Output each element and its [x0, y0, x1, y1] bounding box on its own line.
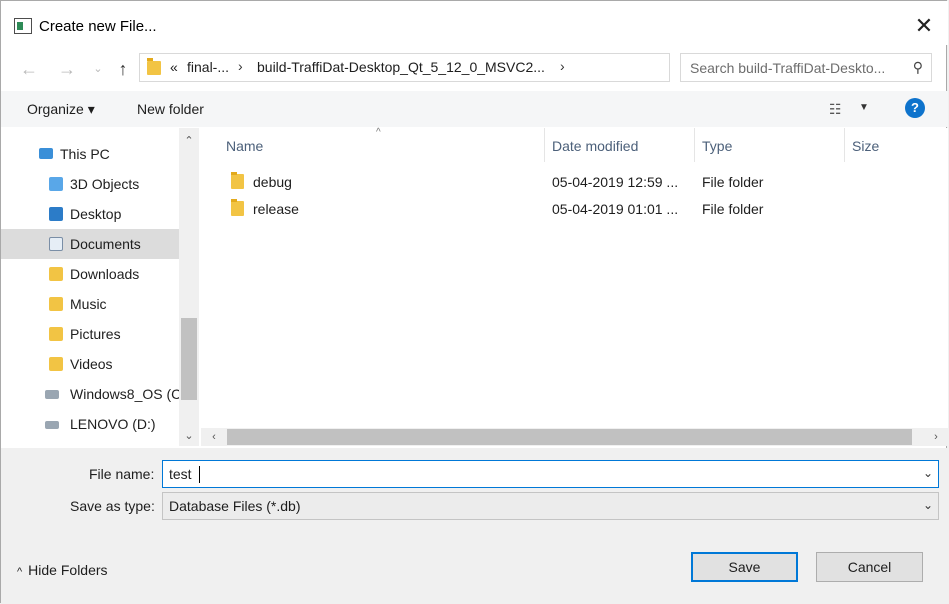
- nav-scroll-thumb[interactable]: [181, 318, 197, 400]
- breadcrumb-separator: ›: [238, 58, 243, 74]
- table-row[interactable]: debug 05-04-2019 12:59 ... File folder: [221, 171, 941, 195]
- view-dropdown-icon[interactable]: ▼: [859, 102, 869, 113]
- navigation-pane: This PC 3D Objects Desktop Documents Dow…: [1, 128, 199, 446]
- filetype-label: Save as type:: [70, 498, 155, 514]
- nav-item-music[interactable]: Music: [1, 289, 179, 319]
- column-header-type[interactable]: Type: [702, 138, 732, 154]
- filetype-select[interactable]: Database Files (*.db) ⌄: [162, 492, 939, 520]
- column-divider[interactable]: [544, 128, 545, 162]
- nav-item-drive-d[interactable]: LENOVO (D:): [1, 409, 179, 439]
- nav-item-documents[interactable]: Documents: [1, 229, 179, 259]
- nav-item-label: Music: [70, 296, 107, 312]
- downloads-icon: [49, 267, 63, 281]
- file-type: File folder: [702, 174, 764, 190]
- file-name: debug: [253, 174, 292, 190]
- music-icon: [49, 297, 63, 311]
- nav-item-3d-objects[interactable]: 3D Objects: [1, 169, 179, 199]
- column-header-size[interactable]: Size: [852, 138, 879, 154]
- file-type: File folder: [702, 201, 764, 217]
- column-divider[interactable]: [694, 128, 695, 162]
- nav-item-desktop[interactable]: Desktop: [1, 199, 179, 229]
- cancel-button[interactable]: Cancel: [816, 552, 923, 582]
- nav-item-label: This PC: [60, 146, 110, 162]
- folder-icon: [231, 199, 244, 216]
- forward-button[interactable]: →: [56, 58, 78, 80]
- nav-item-label: Windows8_OS (C: [70, 386, 182, 402]
- videos-icon: [49, 357, 63, 371]
- filename-input[interactable]: test ⌄: [162, 460, 939, 488]
- chevron-up-icon: ^: [17, 566, 23, 578]
- column-header-date[interactable]: Date modified: [552, 138, 638, 154]
- filename-label: File name:: [89, 466, 155, 482]
- hide-folders-label: Hide Folders: [28, 562, 108, 578]
- organize-button[interactable]: Organize ▾: [27, 101, 95, 118]
- sort-ascending-icon: ^: [376, 127, 381, 138]
- file-list-scrollbar[interactable]: ‹ ›: [201, 428, 948, 446]
- drive-d-icon: [45, 421, 59, 429]
- file-list: ^ Name Date modified Type Size debug 05-…: [201, 127, 948, 446]
- filetype-value: Database Files (*.db): [169, 498, 301, 514]
- app-icon: [14, 18, 32, 34]
- table-row[interactable]: release 05-04-2019 01:01 ... File folder: [221, 198, 941, 222]
- objects3d-icon: [49, 177, 63, 191]
- pc-icon: [39, 148, 53, 159]
- save-dialog: Create new File... ✕ ← → ⌄ ↑ « final-...…: [0, 0, 948, 604]
- file-scroll-thumb[interactable]: [227, 429, 912, 445]
- hide-folders-toggle[interactable]: ^ Hide Folders: [17, 562, 108, 578]
- documents-icon: [49, 237, 63, 251]
- up-button[interactable]: ↑: [112, 58, 134, 80]
- chevron-down-icon[interactable]: ⌄: [923, 466, 933, 480]
- nav-item-videos[interactable]: Videos: [1, 349, 179, 379]
- save-panel: File name: test ⌄ Save as type: Database…: [1, 448, 948, 604]
- scroll-up-button[interactable]: ⌃: [179, 132, 199, 150]
- close-button[interactable]: ✕: [907, 11, 941, 41]
- breadcrumb-final[interactable]: final-...: [187, 59, 229, 75]
- help-button[interactable]: ?: [905, 98, 925, 118]
- file-date: 05-04-2019 01:01 ...: [552, 201, 679, 217]
- nav-item-pictures[interactable]: Pictures: [1, 319, 179, 349]
- scroll-right-button[interactable]: ›: [926, 428, 946, 446]
- column-divider[interactable]: [844, 128, 845, 162]
- file-date: 05-04-2019 12:59 ...: [552, 174, 679, 190]
- scroll-left-button[interactable]: ‹: [204, 428, 224, 446]
- new-folder-button[interactable]: New folder: [137, 101, 204, 117]
- breadcrumb-separator[interactable]: ›: [560, 58, 565, 74]
- nav-item-label: Downloads: [70, 266, 140, 282]
- title-bar: Create new File... ✕: [1, 1, 948, 45]
- nav-scrollbar[interactable]: ⌃ ⌄: [179, 128, 199, 446]
- address-bar[interactable]: « final-... › build-TraffiDat-Desktop_Qt…: [139, 53, 803, 82]
- drive-c-icon: [45, 390, 59, 399]
- text-caret: [199, 466, 200, 483]
- window-title: Create new File...: [39, 18, 157, 35]
- recent-locations-button[interactable]: ⌄: [87, 58, 109, 80]
- search-placeholder: Search build-TraffiDat-Deskto...: [690, 60, 886, 76]
- filename-value: test: [169, 466, 192, 482]
- breadcrumb-build[interactable]: build-TraffiDat-Desktop_Qt_5_12_0_MSVC2.…: [257, 59, 545, 75]
- folder-icon: [147, 58, 161, 75]
- nav-item-this-pc[interactable]: This PC: [1, 139, 179, 169]
- column-header-name[interactable]: Name: [226, 138, 263, 154]
- nav-item-label: LENOVO (D:): [70, 416, 156, 432]
- nav-item-label: Documents: [70, 236, 141, 252]
- search-icon[interactable]: ⚲: [913, 59, 923, 76]
- nav-item-label: Videos: [70, 356, 113, 372]
- folder-icon: [231, 172, 244, 189]
- nav-item-drive-c[interactable]: Windows8_OS (C: [1, 379, 182, 409]
- breadcrumb-overflow[interactable]: «: [170, 59, 178, 75]
- save-button[interactable]: Save: [691, 552, 798, 582]
- desktop-icon: [49, 207, 63, 221]
- nav-item-label: Pictures: [70, 326, 121, 342]
- search-input[interactable]: Search build-TraffiDat-Deskto... ⚲: [680, 53, 932, 82]
- nav-item-downloads[interactable]: Downloads: [1, 259, 179, 289]
- nav-item-label: 3D Objects: [70, 176, 140, 192]
- view-details-icon[interactable]: ☷: [829, 101, 842, 118]
- back-button[interactable]: ←: [18, 58, 40, 80]
- file-name: release: [253, 201, 299, 217]
- pictures-icon: [49, 327, 63, 341]
- chevron-down-icon[interactable]: ⌄: [923, 498, 933, 512]
- scroll-down-button[interactable]: ⌄: [179, 427, 199, 445]
- nav-item-label: Desktop: [70, 206, 122, 222]
